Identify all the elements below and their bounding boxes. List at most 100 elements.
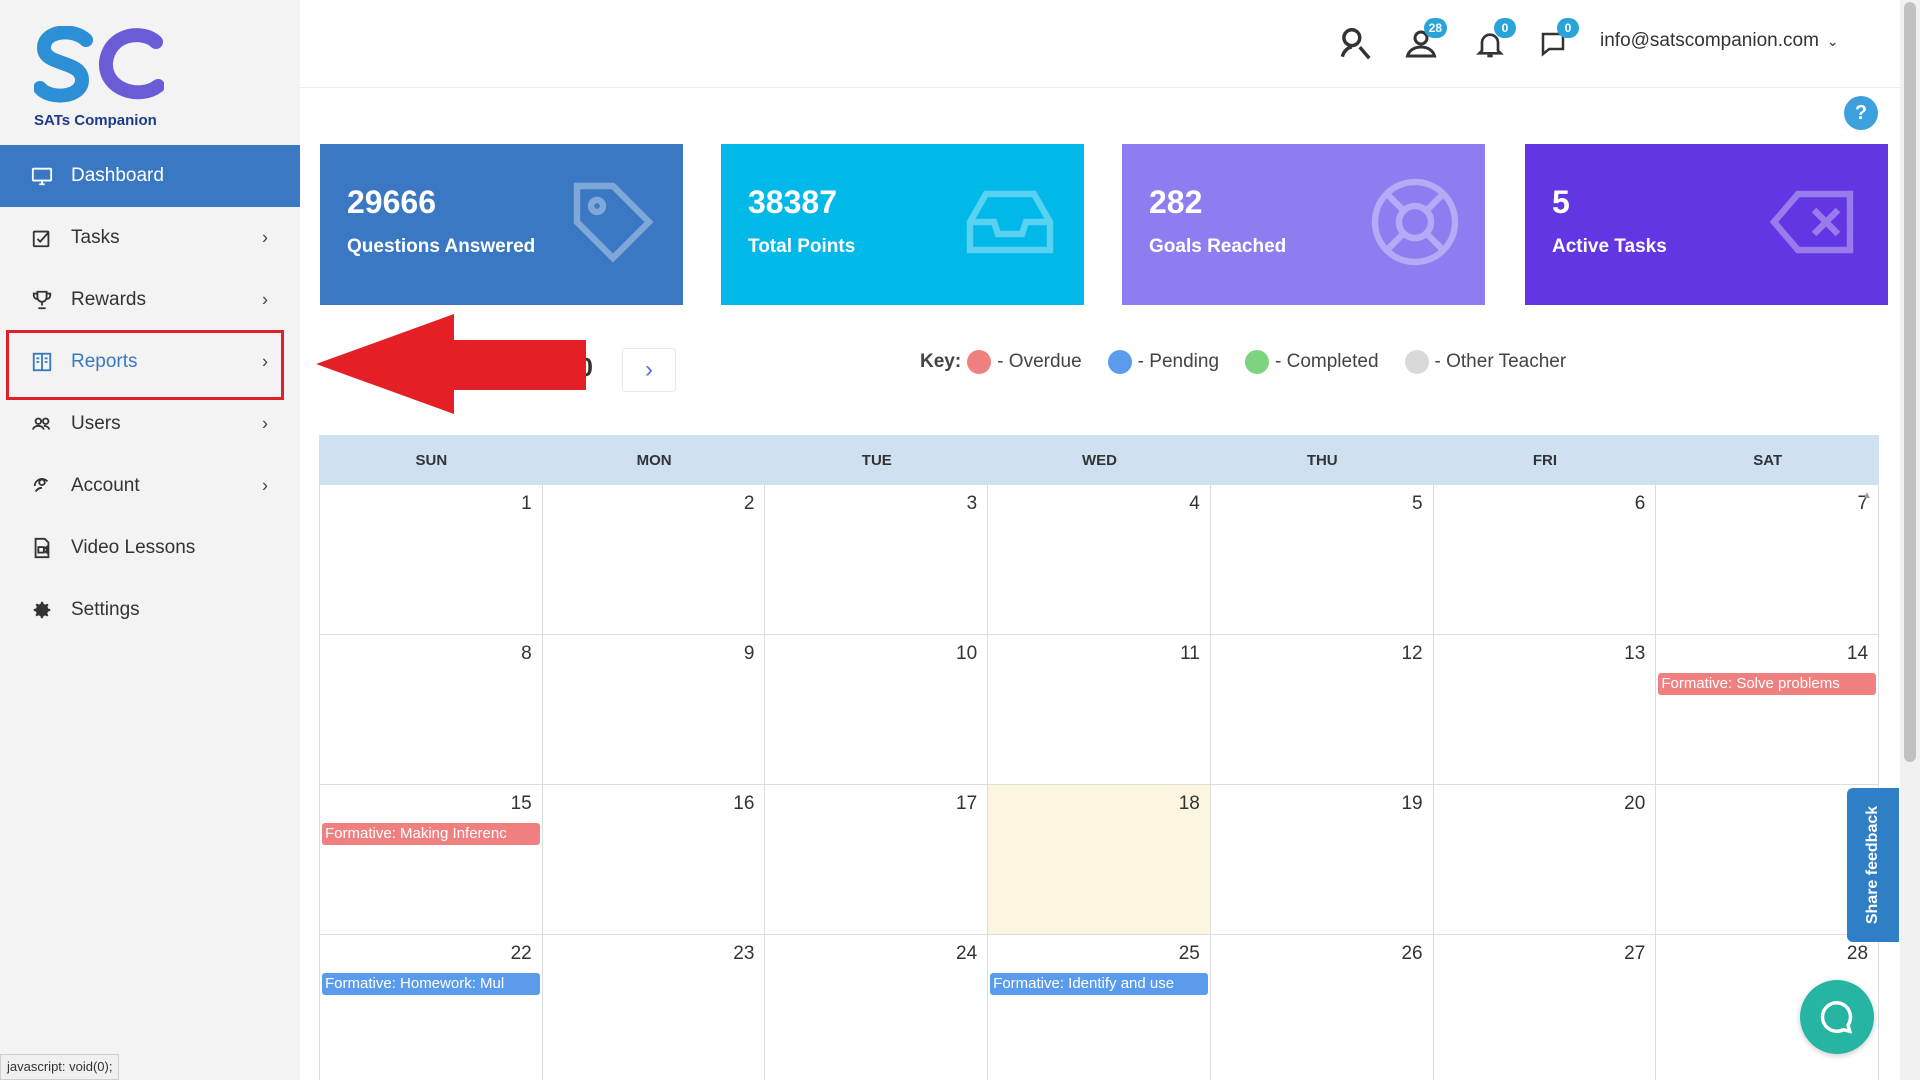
calendar-day[interactable]: 8 [320, 635, 543, 784]
calendar-day[interactable]: 10 [765, 635, 989, 784]
calendar-day[interactable]: 16 [543, 785, 766, 934]
weekday-mon: MON [636, 451, 672, 469]
calendar-week: 1 2 3 4 5 6 7 [320, 485, 1879, 635]
calendar-scroll-up-icon[interactable]: ▲ [1862, 490, 1872, 501]
key-item-overdue: - Overdue [967, 350, 1082, 374]
calendar-week: 8 9 10 11 12 13 14 Formative: Solve prob… [320, 635, 1879, 785]
calendar-day[interactable]: 17 [765, 785, 989, 934]
bell-icon[interactable]: 0 [1470, 18, 1516, 64]
browser-status-bar: javascript: void(0); [0, 1054, 120, 1080]
completed-dot-icon [1245, 350, 1270, 374]
stat-label: Total Points [748, 236, 856, 257]
calendar-event[interactable]: Formative: Identify and use [990, 973, 1208, 995]
day-number: 2 [743, 493, 755, 514]
stat-value: 5 [1552, 184, 1570, 220]
search-user-icon[interactable] [1335, 24, 1375, 64]
help-button[interactable]: ? [1844, 96, 1878, 130]
share-feedback-button[interactable]: Share feedback [1847, 788, 1899, 942]
calendar-day[interactable]: 27 [1434, 935, 1657, 1080]
weekday-tue: TUE [861, 451, 892, 469]
inbox-icon [966, 190, 1054, 254]
day-number: 18 [1178, 793, 1200, 814]
sidebar-item-label: Account [71, 475, 140, 496]
day-number: 16 [733, 793, 755, 814]
calendar-day[interactable]: 22 Formative: Homework: Mul [320, 935, 543, 1080]
calendar-day-today[interactable]: 18 [988, 785, 1211, 934]
calendar-event[interactable]: Formative: Solve problems [1658, 673, 1877, 695]
key-item-pending: - Pending [1107, 350, 1219, 374]
calendar-day[interactable]: 3 [765, 485, 989, 634]
overdue-dot-icon [967, 350, 992, 374]
notifications-badge: 0 [1494, 18, 1516, 38]
share-feedback-label: Share feedback [1864, 805, 1881, 925]
sidebar-item-dashboard[interactable]: Dashboard [0, 145, 300, 207]
stat-card-goals: 282 Goals Reached [1122, 144, 1485, 305]
calendar-day[interactable]: 14 Formative: Solve problems [1656, 635, 1879, 784]
user-email: info@satscompanion.com [1600, 30, 1819, 51]
calendar-day[interactable]: 4 [988, 485, 1211, 634]
calendar-day[interactable]: 25 Formative: Identify and use [988, 935, 1211, 1080]
calendar-day[interactable]: 11 [988, 635, 1211, 784]
calendar-event[interactable]: Formative: Making Inferenc [322, 823, 540, 845]
monitor-icon [30, 164, 54, 188]
calendar-day[interactable]: 20 [1434, 785, 1657, 934]
other-teacher-dot-icon [1404, 350, 1429, 374]
day-number: 26 [1401, 943, 1423, 964]
calendar-day[interactable]: 21 [1656, 785, 1879, 934]
chevron-right-icon: › [262, 227, 268, 248]
calendar-event[interactable]: Formative: Homework: Mul [322, 973, 540, 995]
day-number: 12 [1401, 643, 1423, 664]
reports-highlight-box [6, 330, 284, 400]
chat-bubble-icon [1820, 1001, 1853, 1034]
calendar-day[interactable]: 19 [1211, 785, 1434, 934]
trophy-icon [30, 288, 54, 312]
calendar-day[interactable]: 7 [1656, 485, 1879, 634]
logo[interactable]: SATs Companion [34, 26, 174, 136]
sidebar-item-label: Video Lessons [71, 537, 196, 558]
key-item-completed: - Completed [1245, 350, 1379, 374]
next-month-button[interactable]: › [622, 348, 676, 392]
calendar-day[interactable]: 12 [1211, 635, 1434, 784]
day-number: 19 [1401, 793, 1423, 814]
chevron-down-icon: ⌄ [1826, 33, 1839, 49]
calendar-day[interactable]: 9 [543, 635, 766, 784]
chevron-right-icon: › [262, 289, 268, 310]
key-title: Key: [920, 351, 962, 372]
calendar-day[interactable]: 15 Formative: Making Inferenc [320, 785, 543, 934]
calendar-day[interactable]: 5 [1211, 485, 1434, 634]
calendar-header: SUN MON TUE WED THU FRI SAT [320, 435, 1879, 485]
sidebar-item-label: Users [71, 413, 121, 434]
day-number: 5 [1412, 493, 1423, 514]
sidebar-item-settings[interactable]: Settings [0, 579, 300, 641]
weekday-sun: SUN [415, 451, 448, 469]
sidebar: SATs Companion Dashboard Tasks › Rewards… [0, 0, 300, 1080]
sidebar-item-label: Rewards [71, 289, 146, 310]
user-menu[interactable]: info@satscompanion.com ⌄ [1600, 30, 1839, 52]
gear-icon [30, 598, 54, 622]
sidebar-item-users[interactable]: Users › [0, 393, 300, 455]
calendar-day[interactable]: 6 [1434, 485, 1657, 634]
weekday-fri: FRI [1532, 451, 1558, 469]
stat-label: Active Tasks [1552, 236, 1667, 257]
calendar-day[interactable]: 13 [1434, 635, 1657, 784]
calendar-day[interactable]: 23 [543, 935, 766, 1080]
calendar-day[interactable]: 2 [543, 485, 766, 634]
lifebuoy-icon [1371, 178, 1459, 266]
day-number: 1 [521, 493, 532, 514]
account-icon [30, 474, 54, 498]
sidebar-item-account[interactable]: Account › [0, 455, 300, 517]
sidebar-item-tasks[interactable]: Tasks › [0, 207, 300, 269]
sidebar-item-rewards[interactable]: Rewards › [0, 269, 300, 331]
logo-text: SATs Companion [34, 112, 157, 129]
page-scrollbar[interactable] [1900, 0, 1920, 1080]
calendar-day[interactable]: 1 [320, 485, 543, 634]
calendar-day[interactable]: 24 [765, 935, 989, 1080]
chat-icon[interactable]: 0 [1533, 18, 1579, 64]
day-number: 13 [1624, 643, 1646, 664]
chat-launcher-button[interactable] [1800, 980, 1874, 1054]
calendar-week: 22 Formative: Homework: Mul 23 24 25 For… [320, 935, 1879, 1080]
scrollbar-thumb[interactable] [1904, 2, 1916, 762]
calendar-day[interactable]: 26 [1211, 935, 1434, 1080]
sidebar-item-video-lessons[interactable]: Video Lessons [0, 517, 300, 579]
users-icon[interactable]: 28 [1401, 18, 1447, 64]
